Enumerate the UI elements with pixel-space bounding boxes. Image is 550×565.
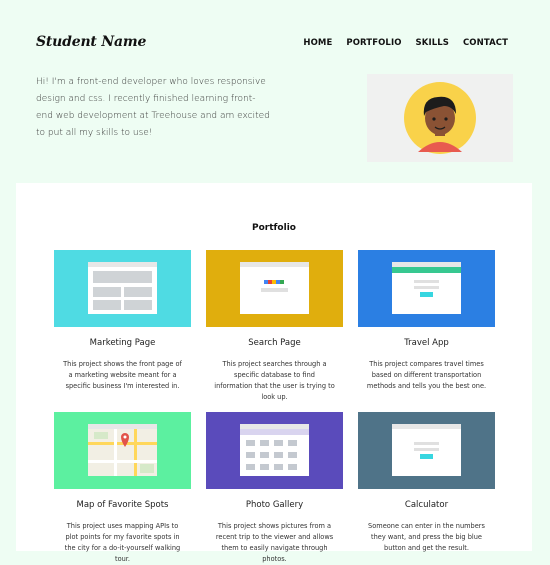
nav-contact-link[interactable]: CONTACT [463,38,508,48]
intro-text: Hi! I'm a front-end developer who loves … [36,77,270,138]
avatar-panel [367,74,513,162]
avatar [404,82,476,154]
project-thumbnail[interactable] [358,412,495,489]
project-title[interactable]: Photo Gallery [206,500,343,510]
project-description: This project shows pictures from a recen… [215,522,334,563]
project-card[interactable]: Travel App This project compares travel … [358,250,495,392]
project-card[interactable]: Search Page This project searches throug… [206,250,343,403]
project-title[interactable]: Calculator [358,500,495,510]
nav-home-link[interactable]: HOME [303,38,332,48]
nav-skills-link[interactable]: SKILLS [416,38,449,48]
site-header: Student Name HOME PORTFOLIO SKILLS CONTA… [0,0,550,180]
project-card[interactable]: Calculator Someone can enter in the numb… [358,412,495,554]
project-title[interactable]: Marketing Page [54,338,191,348]
project-card[interactable]: Marketing Page This project shows the fr… [54,250,191,392]
project-title[interactable]: Travel App [358,338,495,348]
project-card[interactable]: Map of Favorite Spots This project uses … [54,412,191,565]
project-title[interactable]: Map of Favorite Spots [54,500,191,510]
project-description: Someone can enter in the numbers they wa… [368,522,485,552]
nav-portfolio-link[interactable]: PORTFOLIO [346,38,401,48]
project-thumbnail[interactable] [54,250,191,327]
project-description: This project shows the front page of a m… [63,360,182,390]
project-title[interactable]: Search Page [206,338,343,348]
portfolio-section: Portfolio Marketing Page This project sh… [16,183,532,563]
project-description: This project compares travel times based… [366,360,487,390]
portfolio-heading: Portfolio [252,223,296,233]
project-thumbnail[interactable] [206,412,343,489]
project-description: This project uses mapping APIs to plot p… [64,522,181,563]
project-thumbnail[interactable] [206,250,343,327]
project-description: This project searches through a specific… [214,360,335,401]
project-thumbnail[interactable] [54,412,191,489]
project-thumbnail[interactable] [358,250,495,327]
main-nav: HOME PORTFOLIO SKILLS CONTACT [303,38,508,48]
project-card[interactable]: Photo Gallery This project shows picture… [206,412,343,565]
brand-name[interactable]: Student Name [36,34,146,50]
